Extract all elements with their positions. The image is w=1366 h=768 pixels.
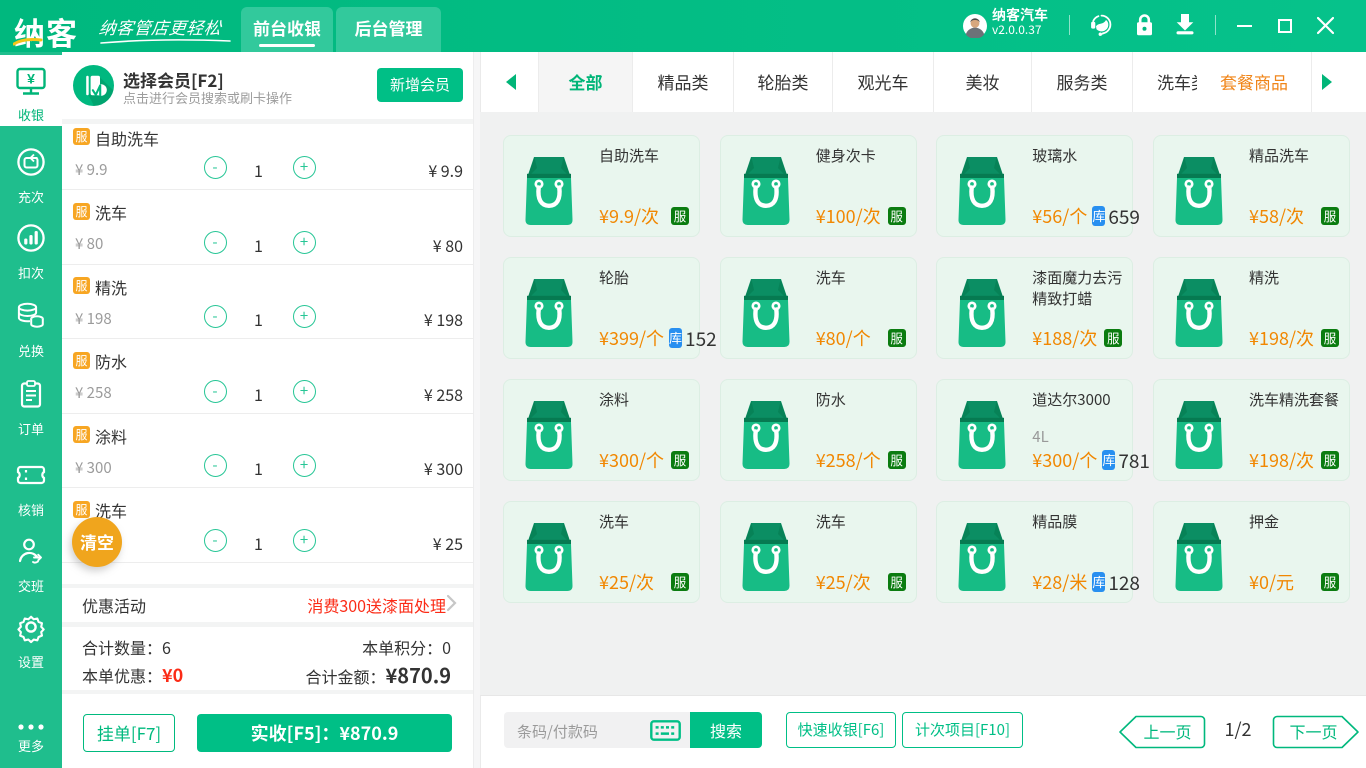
svg-text:¥: ¥ (27, 71, 35, 87)
